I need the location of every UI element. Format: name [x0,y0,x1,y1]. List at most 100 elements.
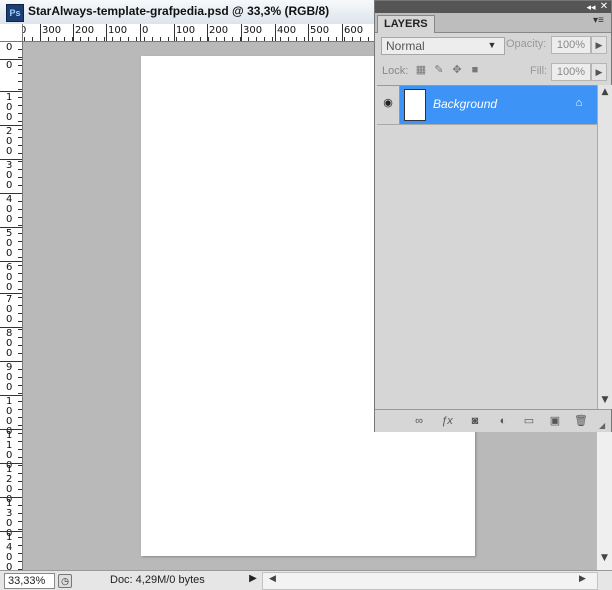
ruler-minor-tick [18,273,22,274]
lock-label: Lock: [382,65,409,77]
ruler-minor-tick [18,177,22,178]
ruler-label: 5 0 0 [6,228,13,259]
eye-icon[interactable]: ◉ [381,98,395,109]
ruler-minor-tick [18,529,22,530]
ruler-minor-tick [18,441,22,442]
layer-item-selected[interactable]: Background ⌂ [400,86,597,124]
ruler-minor-tick [168,37,169,41]
panel-header-strip[interactable]: ◂◂ ✕ [375,1,611,13]
fill-slider-arrow-icon[interactable]: ▶ [591,63,607,81]
ruler-minor-tick [18,489,22,490]
opacity-slider-arrow-icon[interactable]: ▶ [591,36,607,54]
horizontal-scrollbar[interactable]: ◀ ▶ [262,572,598,590]
close-panel-icon[interactable]: ✕ [598,1,610,13]
document-info: Doc: 4,29M/0 bytes [110,574,205,586]
new-layer-icon[interactable]: ▣ [547,414,563,428]
layer-lock-icon: ⌂ [575,97,583,109]
delete-layer-icon[interactable]: 🗑 [573,414,589,428]
ruler-label: 0 [6,42,13,53]
layers-panel-footer: ∞ ƒx ◙ ◐ ▭ ▣ 🗑 ◢ [375,409,611,432]
ruler-minor-tick [18,553,22,554]
ruler-minor-tick [176,37,177,41]
layers-panel: ◂◂ ✕ LAYERS ▾≡ Normal ▼ Opacity: 100% ▶ … [374,0,612,432]
ruler-minor-tick [280,37,281,41]
ruler-minor-tick [18,361,22,362]
layers-list: ◉ Background ⌂ [377,85,597,410]
visibility-toggle[interactable]: ◉ [377,86,400,124]
vertical-scrollbar[interactable]: ▼ [596,420,612,570]
ruler-minor-tick [144,37,145,41]
status-options-icon[interactable]: ◷ [58,574,72,588]
adjustment-layer-icon[interactable]: ◐ [495,414,511,428]
resize-grip-icon[interactable]: ◢ [599,421,605,430]
ruler-minor-tick [18,89,22,90]
ruler-minor-tick [18,377,22,378]
lock-image-pixels-icon[interactable]: ✎ [433,64,445,76]
layer-name[interactable]: Background [433,97,497,111]
ruler-minor-tick [120,37,121,41]
ruler-minor-tick [18,217,22,218]
ruler-minor-tick [32,37,33,41]
new-group-icon[interactable]: ▭ [521,414,537,428]
scroll-down-arrow-icon[interactable]: ▼ [597,553,612,563]
ruler-label: 0 [6,60,13,71]
scroll-right-arrow-icon[interactable]: ▶ [575,574,590,584]
ruler-minor-tick [304,37,305,41]
fx-icon[interactable]: ƒx [439,414,455,428]
fill-field[interactable]: 100% [551,63,591,81]
tab-layers[interactable]: LAYERS [377,15,435,33]
lock-all-icon[interactable]: ■ [469,64,481,76]
ruler-minor-tick [18,409,22,410]
ruler-tick [342,24,343,41]
ruler-minor-tick [104,37,105,41]
ruler-label: 100 [176,25,196,36]
ruler-minor-tick [40,37,41,41]
ruler-minor-tick [18,313,22,314]
layer-thumbnail[interactable] [404,89,426,121]
link-layers-icon[interactable]: ∞ [411,414,427,428]
ruler-minor-tick [256,37,257,41]
ruler-minor-tick [18,401,22,402]
scroll-down-arrow-icon[interactable]: ▼ [598,395,612,405]
layer-row[interactable]: ◉ Background ⌂ [377,86,597,125]
lock-position-icon[interactable]: ✥ [451,64,463,76]
ruler-minor-tick [18,193,22,194]
photoshop-icon: Ps [6,4,24,22]
chevron-down-icon[interactable]: ▼ [485,37,499,53]
ruler-minor-tick [18,201,22,202]
ruler-minor-tick [200,37,201,41]
ruler-minor-tick [18,521,22,522]
vertical-ruler[interactable]: 0 0 1 0 0 2 0 0 3 0 0 4 0 0 5 0 0 6 0 07 0 0 8 0… [0,41,23,570]
ruler-minor-tick [64,37,65,41]
ruler-minor-tick [18,481,22,482]
ruler-minor-tick [18,449,22,450]
opacity-field[interactable]: 100% [551,36,591,54]
ruler-minor-tick [352,37,353,41]
ruler-minor-tick [18,161,22,162]
ruler-minor-tick [18,225,22,226]
ruler-tick [73,24,74,41]
ruler-minor-tick [18,545,22,546]
lock-transparency-icon[interactable]: ▦ [415,64,427,76]
panel-menu-icon[interactable]: ▾≡ [593,15,604,26]
collapse-panel-icon[interactable]: ◂◂ [585,1,597,13]
scroll-left-arrow-icon[interactable]: ◀ [265,574,280,584]
ruler-minor-tick [18,353,22,354]
ruler-minor-tick [192,37,193,41]
scroll-up-arrow-icon[interactable]: ▲ [598,87,612,97]
ruler-minor-tick [328,37,329,41]
ruler-tick [140,24,141,41]
horizontal-ruler[interactable]: 0 300 200 100 0 100 200 300 400 500 600 [0,24,380,42]
layers-panel-scrollbar[interactable]: ▲ ▼ [597,85,612,409]
ruler-minor-tick [18,281,22,282]
ruler-minor-tick [136,37,137,41]
ruler-minor-tick [18,457,22,458]
zoom-level-field[interactable]: 33,33% [4,573,55,589]
ruler-minor-tick [240,37,241,41]
add-mask-icon[interactable]: ◙ [467,414,483,428]
ruler-minor-tick [344,37,345,41]
status-menu-arrow-icon[interactable]: ▶ [247,573,259,587]
ruler-origin-corner[interactable] [0,24,23,42]
ruler-minor-tick [48,37,49,41]
ruler-minor-tick [18,505,22,506]
